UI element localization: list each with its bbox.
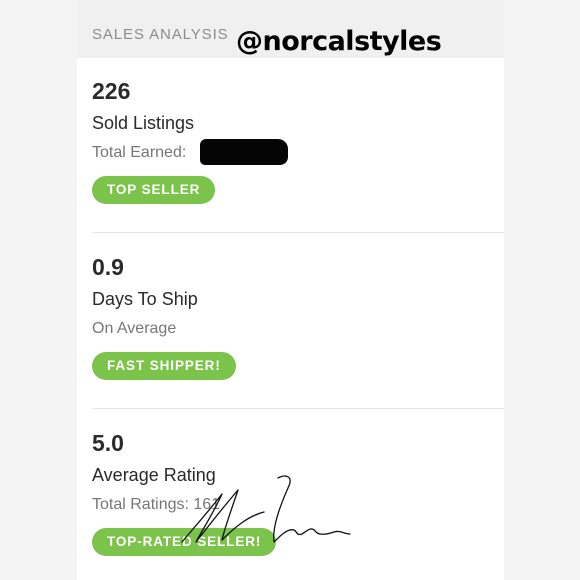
section-title: SALES ANALYSIS bbox=[92, 26, 229, 43]
stat-value: 0.9 bbox=[92, 254, 124, 280]
stat-value: 226 bbox=[92, 78, 131, 104]
stat-subtext: On Average bbox=[92, 320, 177, 337]
divider bbox=[92, 232, 504, 233]
handwritten-signature bbox=[181, 475, 351, 543]
stat-label: Days To Ship bbox=[92, 289, 198, 309]
sales-analysis-screenshot: SALES ANALYSIS @norcalstyles 226 Sold Li… bbox=[0, 0, 580, 580]
redaction-bar bbox=[200, 139, 288, 165]
watermark-handle: @norcalstyles bbox=[236, 26, 442, 57]
stat-subtext: Total Earned: bbox=[92, 144, 187, 161]
stat-label: Sold Listings bbox=[92, 113, 195, 133]
top-seller-badge: TOP SELLER bbox=[92, 176, 216, 204]
fast-shipper-badge: FAST SHIPPER! bbox=[92, 352, 236, 380]
divider bbox=[92, 408, 504, 409]
stat-value: 5.0 bbox=[92, 430, 124, 456]
